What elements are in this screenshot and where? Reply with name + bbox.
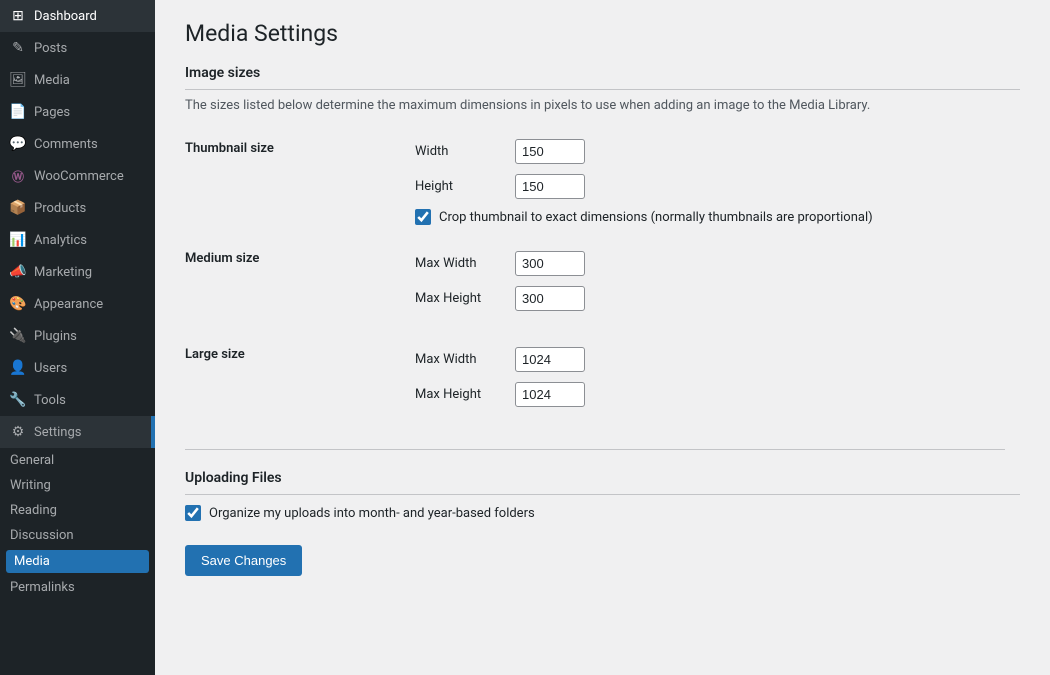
sidebar-item-tools[interactable]: 🔧 Tools xyxy=(0,384,155,416)
main-content: Media Settings Image sizes The sizes lis… xyxy=(155,0,1050,675)
large-width-label: Max Width xyxy=(415,352,505,367)
thumbnail-crop-label: Crop thumbnail to exact dimensions (norm… xyxy=(439,210,873,225)
sidebar-item-analytics[interactable]: 📊 Analytics xyxy=(0,224,155,256)
plugins-icon: 🔌 xyxy=(10,328,26,344)
products-icon: 📦 xyxy=(10,200,26,216)
sidebar-item-comments[interactable]: 💬 Comments xyxy=(0,128,155,160)
sidebar-item-label: Pages xyxy=(34,105,70,120)
settings-icon: ⚙ xyxy=(10,424,26,440)
medium-row: Medium size Max Width Max Height xyxy=(185,233,1005,329)
large-height-row: Max Height xyxy=(415,382,1005,407)
sidebar-item-appearance[interactable]: 🎨 Appearance xyxy=(0,288,155,320)
medium-label: Medium size xyxy=(185,233,395,329)
sidebar-item-marketing[interactable]: 📣 Marketing xyxy=(0,256,155,288)
medium-width-row: Max Width xyxy=(415,251,1005,276)
medium-height-label: Max Height xyxy=(415,291,505,306)
sidebar-item-label: Plugins xyxy=(34,329,77,344)
large-fields: Max Width Max Height xyxy=(395,329,1005,425)
appearance-icon: 🎨 xyxy=(10,296,26,312)
uploading-checkbox-row: Organize my uploads into month- and year… xyxy=(185,505,1020,521)
sidebar-item-label: Posts xyxy=(34,41,67,56)
sidebar-item-label: Products xyxy=(34,201,86,216)
submenu-writing[interactable]: Writing xyxy=(0,473,155,498)
sidebar-item-media[interactable]: 🖼 Media xyxy=(0,64,155,96)
uploading-section: Uploading Files Organize my uploads into… xyxy=(185,470,1020,521)
tools-icon: 🔧 xyxy=(10,392,26,408)
large-row: Large size Max Width Max Height xyxy=(185,329,1005,425)
thumbnail-width-label: Width xyxy=(415,144,505,159)
thumbnail-label: Thumbnail size xyxy=(185,131,395,233)
sidebar-item-label: Analytics xyxy=(34,233,87,248)
submenu-discussion[interactable]: Discussion xyxy=(0,523,155,548)
thumbnail-height-row: Height xyxy=(415,174,1005,199)
sidebar-item-label: Comments xyxy=(34,137,98,152)
settings-submenu: General Writing Reading Discussion Media… xyxy=(0,448,155,600)
sidebar-item-pages[interactable]: 📄 Pages xyxy=(0,96,155,128)
thumbnail-row: Thumbnail size Width Height Crop thumbna… xyxy=(185,131,1005,233)
sidebar-item-label: Dashboard xyxy=(34,9,97,24)
section-divider xyxy=(185,449,1005,450)
sidebar-item-label: WooCommerce xyxy=(34,169,124,184)
medium-width-input[interactable] xyxy=(515,251,585,276)
thumbnail-height-input[interactable] xyxy=(515,174,585,199)
marketing-icon: 📣 xyxy=(10,264,26,280)
sidebar-item-label: Media xyxy=(34,73,70,88)
media-icon: 🖼 xyxy=(10,72,26,88)
thumbnail-height-label: Height xyxy=(415,179,505,194)
sidebar-item-label: Tools xyxy=(34,393,66,408)
sidebar-item-label: Settings xyxy=(34,425,81,440)
medium-height-row: Max Height xyxy=(415,286,1005,311)
image-sizes-title: Image sizes xyxy=(185,65,1020,90)
sidebar-item-label: Users xyxy=(34,361,67,376)
thumbnail-crop-checkbox[interactable] xyxy=(415,209,431,225)
submenu-permalinks[interactable]: Permalinks xyxy=(0,575,155,600)
large-height-label: Max Height xyxy=(415,387,505,402)
sidebar-item-posts[interactable]: ✎ Posts xyxy=(0,32,155,64)
medium-width-label: Max Width xyxy=(415,256,505,271)
thumbnail-width-input[interactable] xyxy=(515,139,585,164)
dashboard-icon: ⊞ xyxy=(10,8,26,24)
medium-height-input[interactable] xyxy=(515,286,585,311)
sidebar-item-users[interactable]: 👤 Users xyxy=(0,352,155,384)
submenu-reading[interactable]: Reading xyxy=(0,498,155,523)
posts-icon: ✎ xyxy=(10,40,26,56)
thumbnail-fields: Width Height Crop thumbnail to exact dim… xyxy=(395,131,1005,233)
sidebar-item-plugins[interactable]: 🔌 Plugins xyxy=(0,320,155,352)
sidebar: ⊞ Dashboard ✎ Posts 🖼 Media 📄 Pages 💬 Co… xyxy=(0,0,155,675)
comments-icon: 💬 xyxy=(10,136,26,152)
sidebar-item-products[interactable]: 📦 Products xyxy=(0,192,155,224)
image-sizes-description: The sizes listed below determine the max… xyxy=(185,98,925,113)
medium-fields: Max Width Max Height xyxy=(395,233,1005,329)
settings-table: Thumbnail size Width Height Crop thumbna… xyxy=(185,131,1005,425)
uploading-title: Uploading Files xyxy=(185,470,1020,495)
thumbnail-width-row: Width xyxy=(415,139,1005,164)
sidebar-item-woocommerce[interactable]: Ⓦ WooCommerce xyxy=(0,160,155,192)
large-width-input[interactable] xyxy=(515,347,585,372)
analytics-icon: 📊 xyxy=(10,232,26,248)
page-title: Media Settings xyxy=(185,20,1020,47)
sidebar-item-label: Appearance xyxy=(34,297,103,312)
thumbnail-crop-row: Crop thumbnail to exact dimensions (norm… xyxy=(415,209,1005,225)
large-label: Large size xyxy=(185,329,395,425)
pages-icon: 📄 xyxy=(10,104,26,120)
save-changes-button[interactable]: Save Changes xyxy=(185,545,302,576)
sidebar-item-label: Marketing xyxy=(34,265,92,280)
uploading-label: Organize my uploads into month- and year… xyxy=(209,506,535,521)
uploading-checkbox[interactable] xyxy=(185,505,201,521)
image-sizes-section: Image sizes The sizes listed below deter… xyxy=(185,65,1020,425)
sidebar-item-settings[interactable]: ⚙ Settings xyxy=(0,416,155,448)
users-icon: 👤 xyxy=(10,360,26,376)
large-width-row: Max Width xyxy=(415,347,1005,372)
submenu-media[interactable]: Media xyxy=(6,550,149,573)
woocommerce-icon: Ⓦ xyxy=(10,168,26,184)
sidebar-item-dashboard[interactable]: ⊞ Dashboard xyxy=(0,0,155,32)
large-height-input[interactable] xyxy=(515,382,585,407)
save-section: Save Changes xyxy=(185,545,1020,576)
submenu-general[interactable]: General xyxy=(0,448,155,473)
